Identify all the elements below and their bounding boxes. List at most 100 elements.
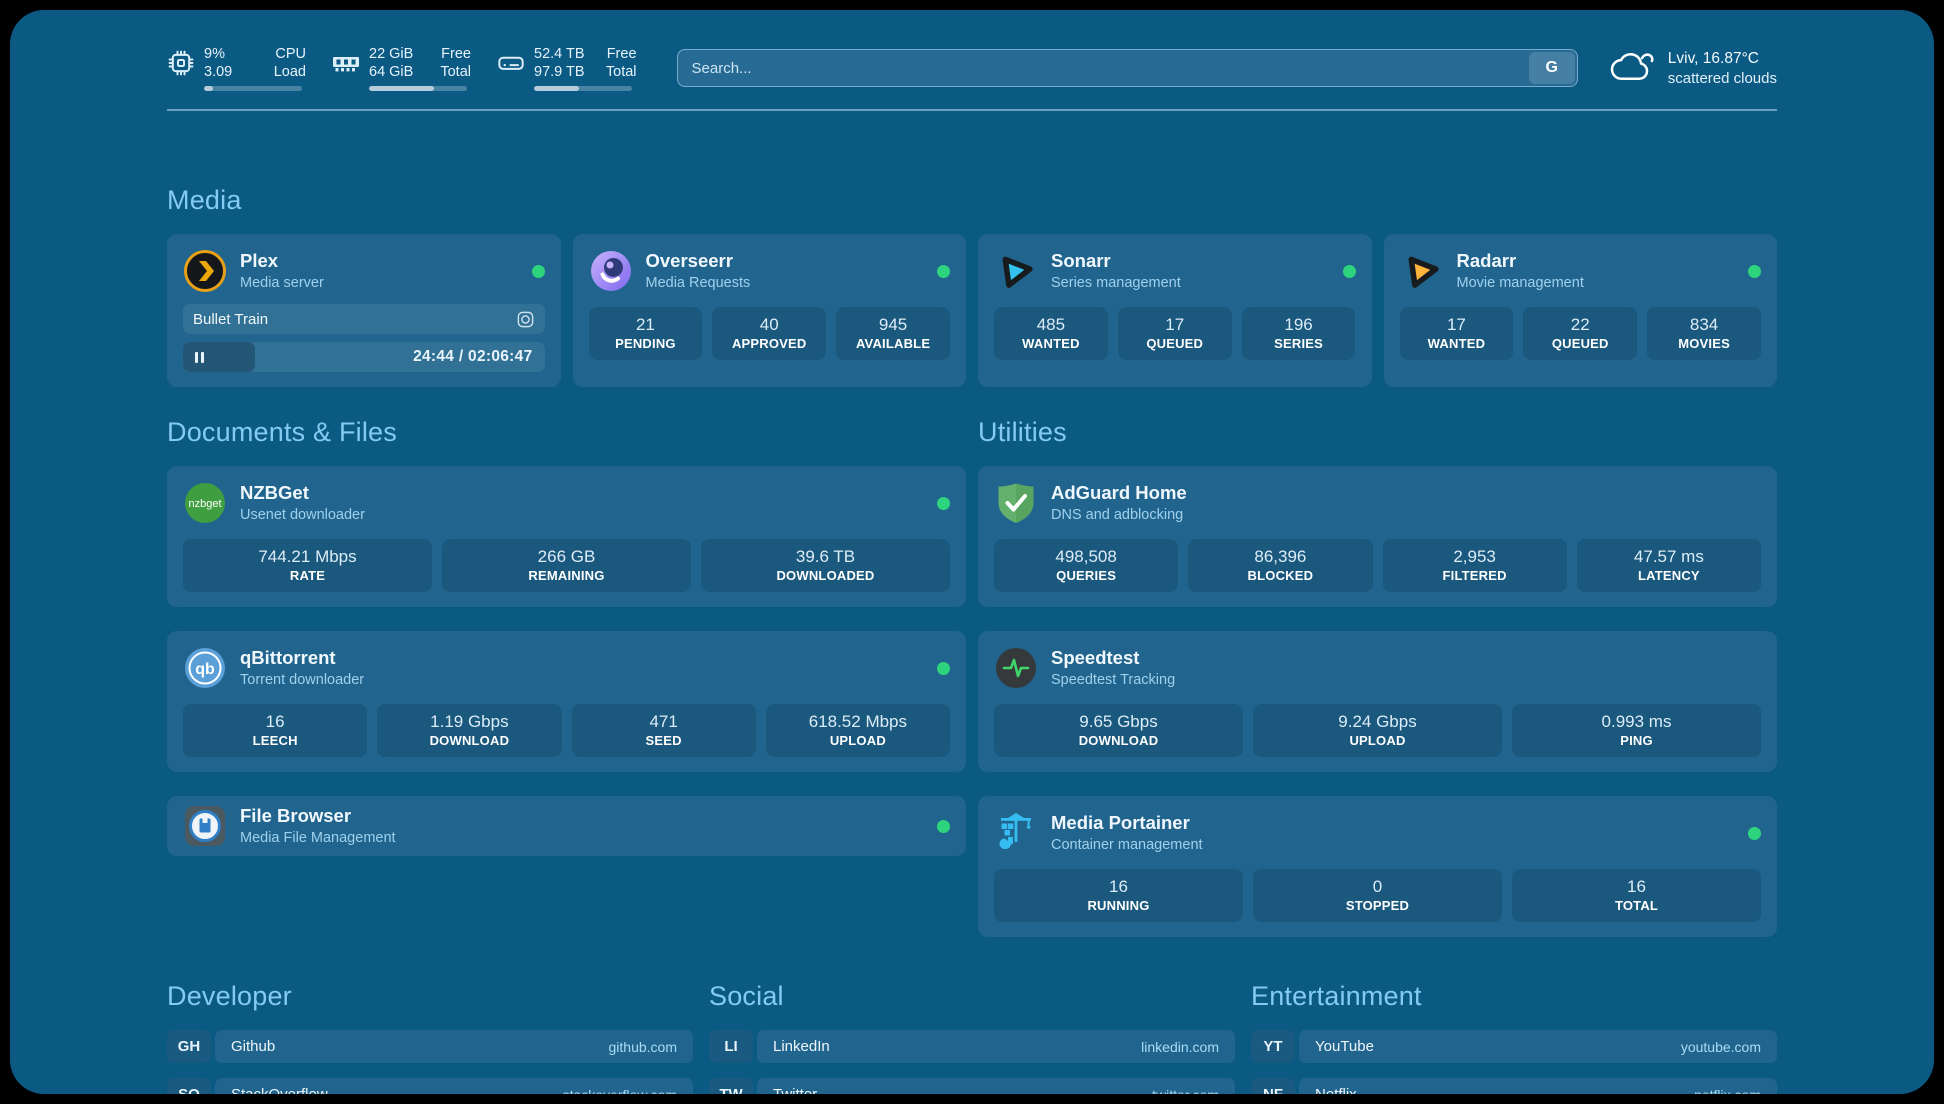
portainer-icon <box>994 811 1038 855</box>
service-card-speedtest[interactable]: Speedtest Speedtest Tracking 9.65 Gbps D… <box>978 631 1777 772</box>
stat-value: 16 <box>187 711 363 732</box>
service-card-plex[interactable]: Plex Media server Bullet Train <box>167 234 561 387</box>
service-card-adguard[interactable]: AdGuard Home DNS and adblocking 498,508 … <box>978 466 1777 607</box>
stat-value: 744.21 Mbps <box>187 546 428 567</box>
bookmark-group-entertainment: Entertainment YT YouTube youtube.com NF … <box>1251 981 1777 1094</box>
camera-icon[interactable] <box>516 310 535 329</box>
stat-label: LEECH <box>187 733 363 749</box>
status-dot <box>1748 265 1761 278</box>
cpu-usage-label: CPU <box>275 45 306 63</box>
disk-drive-icon <box>497 49 525 77</box>
service-card-filebrowser[interactable]: File Browser Media File Management <box>167 796 966 856</box>
stat-label: STOPPED <box>1257 898 1498 914</box>
service-name: Speedtest <box>1051 647 1175 669</box>
stat-value: 16 <box>998 876 1239 897</box>
service-subtitle: Usenet downloader <box>240 506 365 524</box>
service-name: Media Portainer <box>1051 812 1203 834</box>
section-title-developer: Developer <box>167 981 693 1012</box>
bookmark-github[interactable]: GH Github github.com <box>167 1030 693 1063</box>
stat-label: QUEUED <box>1122 336 1228 352</box>
bookmark-url: youtube.com <box>1681 1039 1761 1055</box>
google-search-button[interactable]: G <box>1529 52 1575 84</box>
status-dot <box>937 265 950 278</box>
stat-label: PENDING <box>593 336 699 352</box>
stat-filtered: 2,953 FILTERED <box>1383 539 1567 592</box>
stat-available: 945 AVAILABLE <box>836 307 950 360</box>
disk-total-label: Total <box>606 63 637 81</box>
service-subtitle: Media File Management <box>240 829 396 847</box>
section-title-social: Social <box>709 981 1235 1012</box>
bookmark-name: YouTube <box>1315 1038 1374 1055</box>
memory-free-label: Free <box>441 45 471 63</box>
stat-label: LATENCY <box>1581 568 1757 584</box>
bookmark-twitter[interactable]: TW Twitter twitter.com <box>709 1078 1235 1094</box>
status-dot <box>937 662 950 675</box>
memory-total-value: 64 GiB <box>369 63 413 81</box>
cpu-usage-value: 9% <box>204 45 225 63</box>
now-playing-row: Bullet Train <box>183 304 545 334</box>
stat-value: 618.52 Mbps <box>770 711 946 732</box>
weather-location-temp: Lviv, 16.87°C <box>1668 49 1777 69</box>
pause-button[interactable] <box>195 352 204 363</box>
bookmark-linkedin[interactable]: LI LinkedIn linkedin.com <box>709 1030 1235 1063</box>
service-subtitle: Container management <box>1051 836 1203 854</box>
service-card-radarr[interactable]: Radarr Movie management 17 WANTED 22 QUE… <box>1384 234 1778 387</box>
bookmark-youtube[interactable]: YT YouTube youtube.com <box>1251 1030 1777 1063</box>
stat-label: MOVIES <box>1651 336 1757 352</box>
cpu-load-value: 3.09 <box>204 63 232 81</box>
bookmark-url: netflix.com <box>1694 1087 1761 1095</box>
search-input[interactable] <box>677 49 1578 87</box>
status-dot <box>1343 265 1356 278</box>
stat-label: FILTERED <box>1387 568 1563 584</box>
stat-upload: 618.52 Mbps UPLOAD <box>766 704 950 757</box>
section-title-documents: Documents & Files <box>167 417 966 448</box>
service-card-overseerr[interactable]: Overseerr Media Requests 21 PENDING 40 A… <box>573 234 967 387</box>
bookmark-abbr: NF <box>1251 1078 1295 1094</box>
stat-label: TOTAL <box>1516 898 1757 914</box>
stat-blocked: 86,396 BLOCKED <box>1188 539 1372 592</box>
service-subtitle: Media server <box>240 274 324 292</box>
stat-value: 22 <box>1527 314 1633 335</box>
stat-remaining: 266 GB REMAINING <box>442 539 691 592</box>
stat-label: PING <box>1516 733 1757 749</box>
stat-value: 2,953 <box>1387 546 1563 567</box>
section-title-media: Media <box>167 185 1777 216</box>
service-card-nzbget[interactable]: nzbget NZBGet Usenet downloader 74 <box>167 466 966 607</box>
bookmark-abbr: SO <box>167 1078 211 1094</box>
service-name: Sonarr <box>1051 250 1181 272</box>
stat-value: 945 <box>840 314 946 335</box>
nzbget-icon: nzbget <box>183 481 227 525</box>
stat-wanted: 17 WANTED <box>1400 307 1514 360</box>
bookmark-stackoverflow[interactable]: SO StackOverflow stackoverflow.com <box>167 1078 693 1094</box>
bookmark-abbr: GH <box>167 1030 211 1063</box>
memory-ram-icon <box>332 49 360 77</box>
service-name: AdGuard Home <box>1051 482 1187 504</box>
stat-approved: 40 APPROVED <box>712 307 826 360</box>
service-card-portainer[interactable]: Media Portainer Container management 16 … <box>978 796 1777 937</box>
section-utilities: Utilities <box>978 417 1777 937</box>
memory-total-label: Total <box>440 63 471 81</box>
bookmark-url: linkedin.com <box>1141 1039 1219 1055</box>
stat-stopped: 0 STOPPED <box>1253 869 1502 922</box>
qbittorrent-icon: qb <box>183 646 227 690</box>
bookmark-url: twitter.com <box>1152 1087 1219 1095</box>
stat-value: 485 <box>998 314 1104 335</box>
stat-leech: 16 LEECH <box>183 704 367 757</box>
stat-download: 9.65 Gbps DOWNLOAD <box>994 704 1243 757</box>
service-subtitle: Movie management <box>1457 274 1584 292</box>
status-dot <box>937 820 950 833</box>
bookmark-netflix[interactable]: NF Netflix netflix.com <box>1251 1078 1777 1094</box>
stat-label: DOWNLOAD <box>998 733 1239 749</box>
stat-value: 498,508 <box>998 546 1174 567</box>
svg-text:nzbget: nzbget <box>188 498 221 510</box>
stat-label: WANTED <box>998 336 1104 352</box>
service-card-sonarr[interactable]: Sonarr Series management 485 WANTED 17 Q… <box>978 234 1372 387</box>
service-card-qbittorrent[interactable]: qb qBittorrent Torrent downloader <box>167 631 966 772</box>
cpu-usage-bar <box>204 86 302 91</box>
disk-total-value: 97.9 TB <box>534 63 585 81</box>
bookmark-name: Twitter <box>773 1086 817 1094</box>
stat-value: 86,396 <box>1192 546 1368 567</box>
service-name: Overseerr <box>646 250 751 272</box>
stat-ping: 0.993 ms PING <box>1512 704 1761 757</box>
stat-value: 17 <box>1404 314 1510 335</box>
